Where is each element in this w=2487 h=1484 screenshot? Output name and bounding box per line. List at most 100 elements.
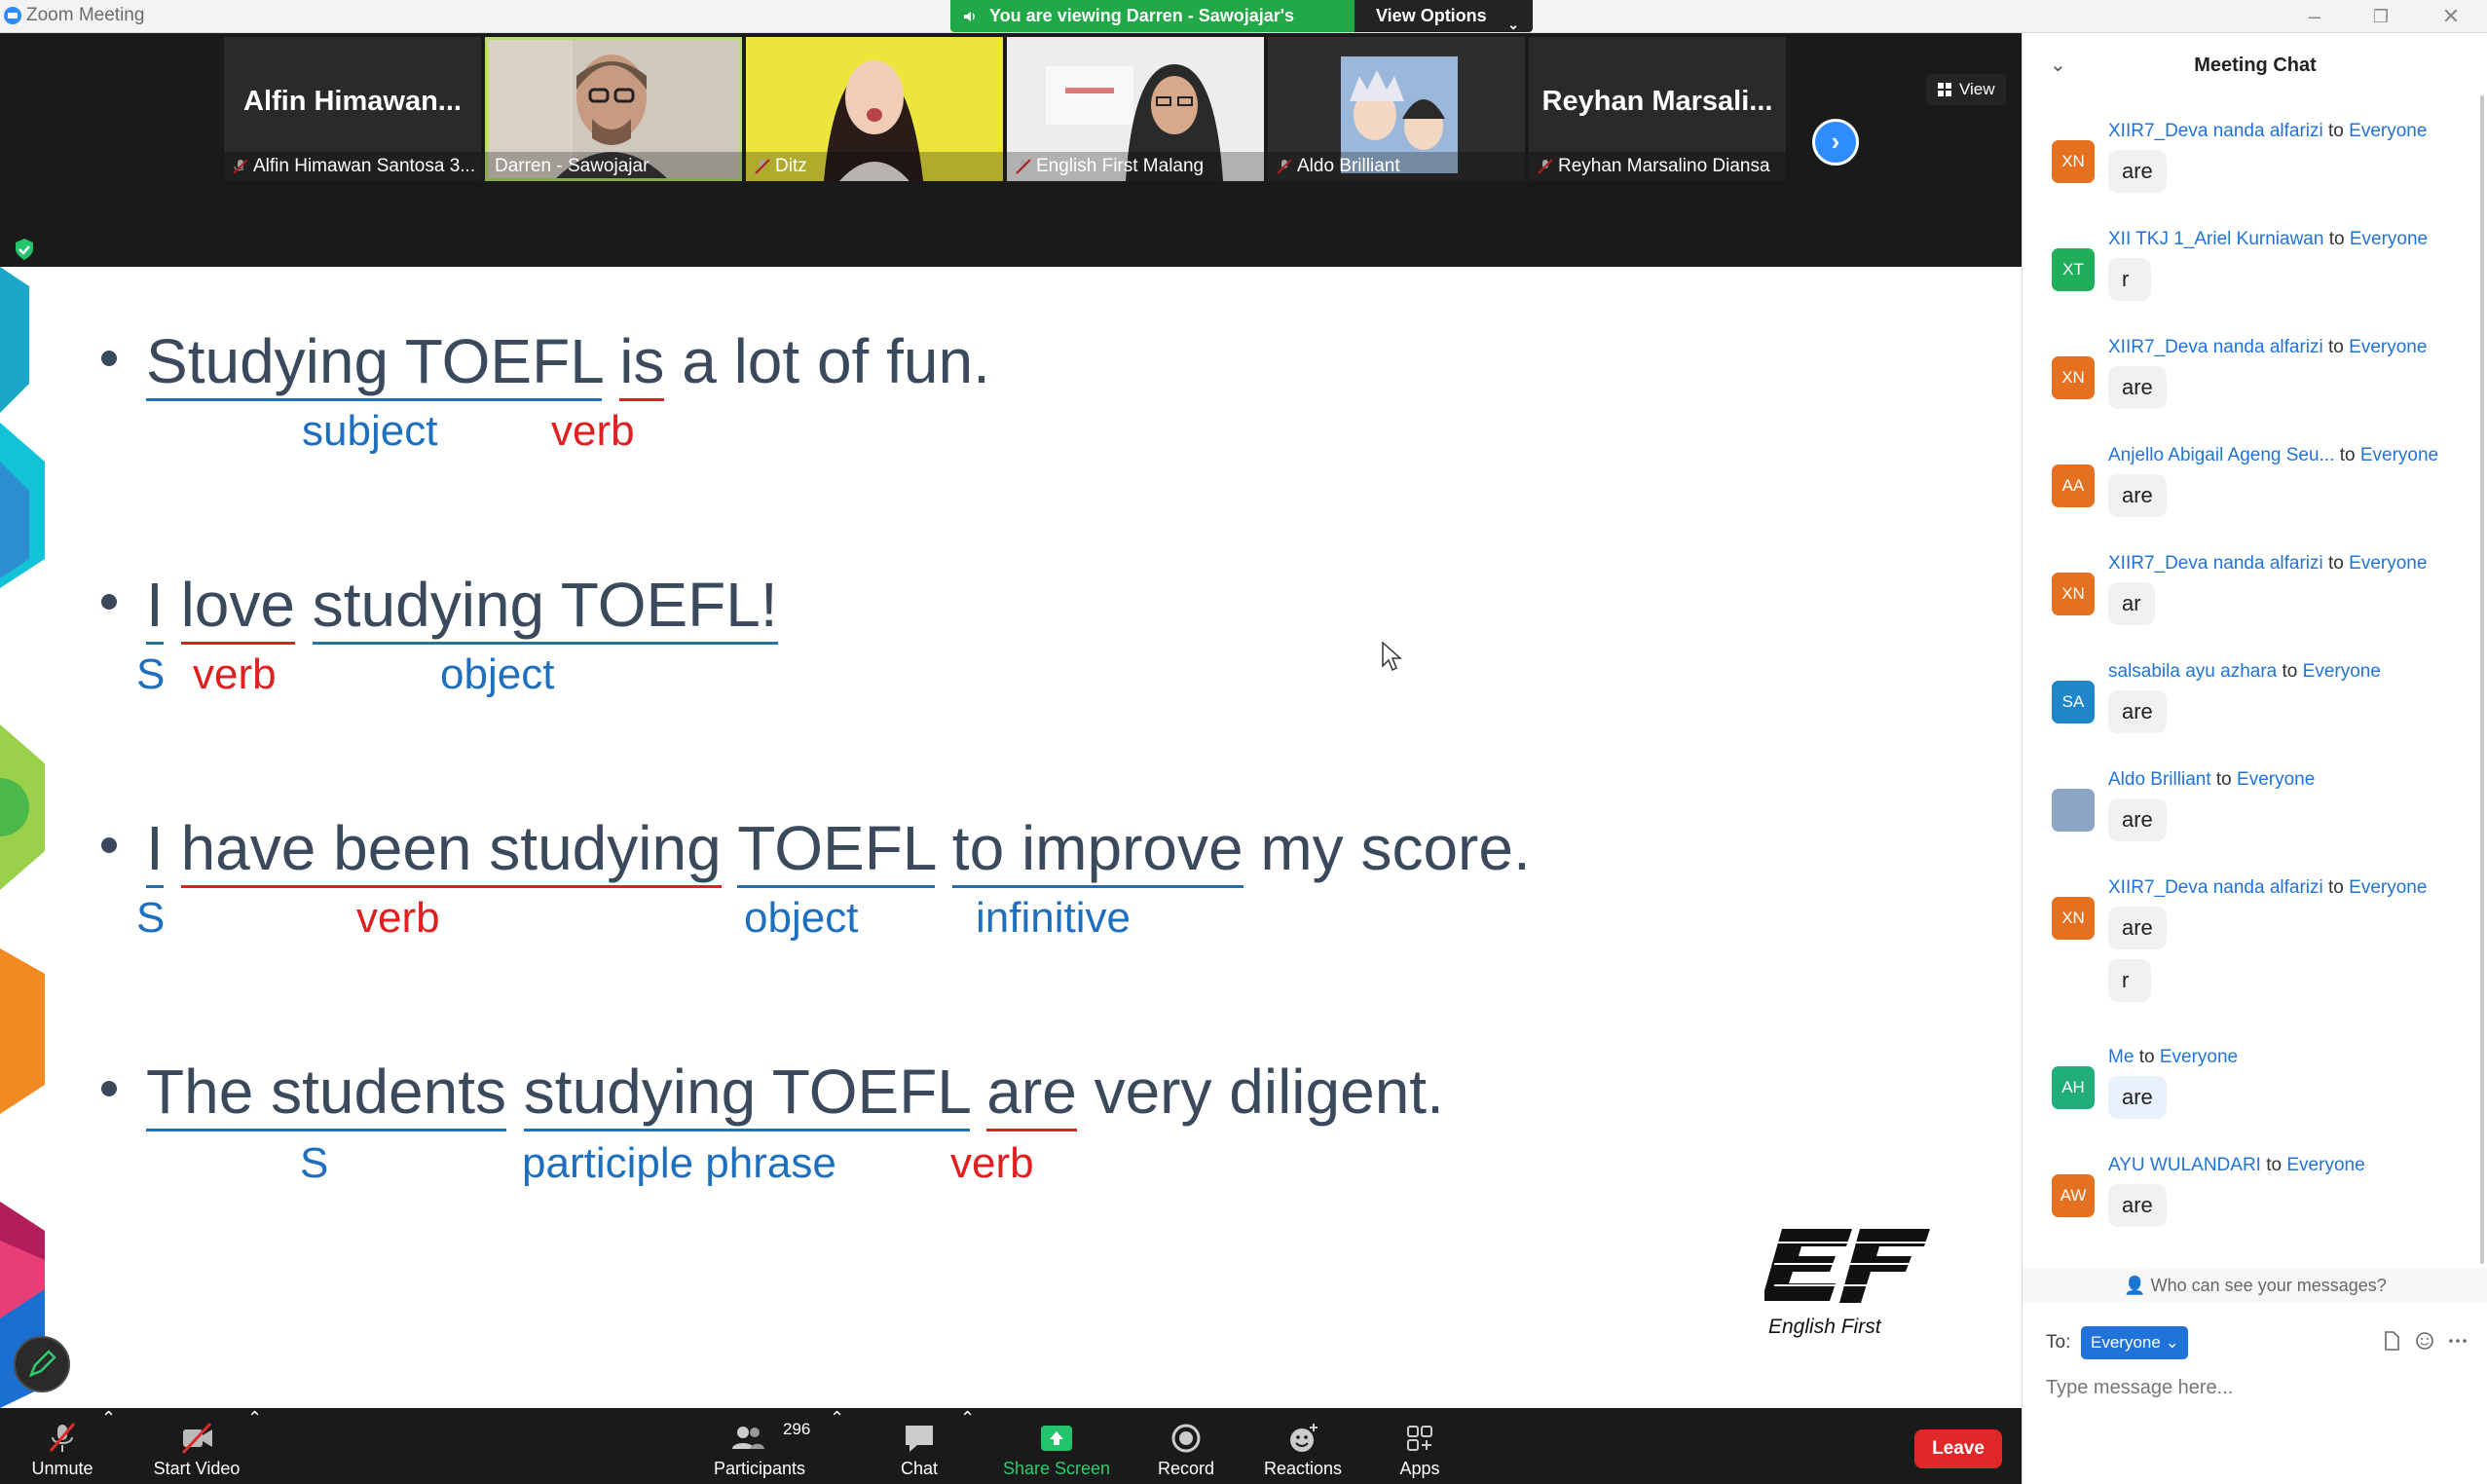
- message-target[interactable]: Everyone: [2349, 877, 2427, 898]
- sender-avatar[interactable]: AH: [2052, 1066, 2095, 1109]
- unmute-button[interactable]: Unmute: [14, 1408, 111, 1484]
- apps-button[interactable]: Apps: [1379, 1408, 1461, 1484]
- chat-label: Chat: [900, 1459, 939, 1478]
- to-word: to: [2328, 121, 2344, 141]
- to-word: to: [2266, 1155, 2283, 1175]
- message-target[interactable]: Everyone: [2160, 1047, 2238, 1067]
- sender-avatar[interactable]: SA: [2052, 681, 2095, 723]
- message-target[interactable]: Everyone: [2303, 661, 2381, 682]
- leave-button[interactable]: Leave: [1914, 1429, 2002, 1468]
- close-window-button[interactable]: ✕: [2429, 2, 2473, 31]
- viewing-screen-banner: You are viewing Darren - Sawojajar's scr…: [950, 0, 1355, 57]
- message-bubble[interactable]: are: [2108, 690, 2167, 733]
- sender-name[interactable]: Anjello Abigail Ageng Seu...: [2108, 445, 2334, 465]
- start-video-button[interactable]: Start Video: [140, 1408, 253, 1484]
- message-bubble[interactable]: are: [2108, 1076, 2167, 1119]
- sentence-2-subject: I: [146, 570, 164, 645]
- sender-avatar[interactable]: XN: [2052, 356, 2095, 399]
- sender-name[interactable]: XII TKJ 1_Ariel Kurniawan: [2108, 229, 2323, 249]
- recipient-select[interactable]: Everyone ⌄: [2081, 1326, 2188, 1359]
- restore-button[interactable]: ❐: [2358, 2, 2403, 31]
- message-target[interactable]: Everyone: [2349, 553, 2427, 574]
- file-icon[interactable]: [2381, 1330, 2402, 1352]
- annotate-button[interactable]: [14, 1336, 70, 1392]
- participant-tile[interactable]: Reyhan Marsali... Reyhan Marsalino Dians…: [1529, 37, 1786, 181]
- message-bubble[interactable]: are: [2108, 474, 2167, 517]
- chat-scrollbar[interactable]: [2480, 95, 2484, 1264]
- sender-avatar[interactable]: XN: [2052, 573, 2095, 615]
- message-bubble[interactable]: are: [2108, 366, 2167, 409]
- participants-count: 296: [783, 1420, 811, 1438]
- bullet: [101, 351, 117, 366]
- message-target[interactable]: Everyone: [2349, 121, 2427, 141]
- who-can-see-link[interactable]: 👤 Who can see your messages?: [2023, 1268, 2487, 1303]
- bullet: [101, 837, 117, 853]
- sender-avatar[interactable]: [2052, 789, 2095, 832]
- participants-options-caret[interactable]: ⌃: [830, 1408, 844, 1484]
- message-bubble[interactable]: r: [2108, 258, 2151, 301]
- muted-mic-icon: [49, 1423, 76, 1452]
- sender-name[interactable]: Aldo Brilliant: [2108, 769, 2211, 790]
- participant-tile[interactable]: Alfin Himawan... Alfin Himawan Santosa 3…: [224, 37, 481, 181]
- sentence-3-infinitive: to improve: [951, 813, 1244, 888]
- message-target[interactable]: Everyone: [2350, 229, 2428, 249]
- share-screen-button[interactable]: Share Screen: [997, 1408, 1116, 1484]
- sender-avatar[interactable]: XN: [2052, 140, 2095, 183]
- message-bubble[interactable]: ar: [2108, 582, 2155, 625]
- message-target[interactable]: Everyone: [2360, 445, 2438, 465]
- audio-options-caret[interactable]: ⌃: [101, 1408, 116, 1484]
- message-sender-line: salsabila ayu azhara to Everyone: [2108, 661, 2381, 683]
- speaker-icon: [964, 12, 975, 21]
- chat-message-list[interactable]: XN XIIR7_Deva nanda alfarizi to Everyone a…: [2023, 101, 2480, 1266]
- sentence-4-rest: very diligent.: [1076, 1057, 1444, 1127]
- sender-avatar[interactable]: AA: [2052, 464, 2095, 507]
- participant-tile[interactable]: Ditz: [746, 37, 1003, 181]
- sender-avatar[interactable]: XT: [2052, 248, 2095, 291]
- message-bubble[interactable]: are: [2108, 150, 2167, 193]
- message-sender-line: XII TKJ 1_Ariel Kurniawan to Everyone: [2108, 229, 2428, 250]
- to-word: to: [2328, 337, 2344, 357]
- participants-button[interactable]: 296 Participants: [703, 1408, 816, 1484]
- more-options-icon[interactable]: [2447, 1330, 2468, 1352]
- sender-name[interactable]: AYU WULANDARI: [2108, 1155, 2261, 1175]
- participant-tile[interactable]: English First Malang: [1007, 37, 1264, 181]
- message-sender-line: Aldo Brilliant to Everyone: [2108, 769, 2315, 791]
- message-bubble[interactable]: are: [2108, 798, 2167, 841]
- video-options-caret[interactable]: ⌃: [247, 1408, 262, 1484]
- to-word: to: [2328, 553, 2344, 574]
- reactions-button[interactable]: Reactions: [1256, 1408, 1350, 1484]
- emoji-icon[interactable]: [2414, 1330, 2435, 1352]
- participant-tile-active-speaker[interactable]: Darren - Sawojajar: [485, 37, 742, 181]
- message-target[interactable]: Everyone: [2349, 337, 2427, 357]
- sender-name[interactable]: XIIR7_Deva nanda alfarizi: [2108, 121, 2323, 141]
- message-bubble[interactable]: r: [2108, 959, 2151, 1002]
- message-target[interactable]: Everyone: [2286, 1155, 2364, 1175]
- chat-message-input[interactable]: [2046, 1373, 2465, 1402]
- message-target[interactable]: Everyone: [2237, 769, 2315, 790]
- message-sender-line: XIIR7_Deva nanda alfarizi to Everyone: [2108, 337, 2427, 358]
- unmute-label: Unmute: [31, 1459, 93, 1478]
- sender-avatar[interactable]: XN: [2052, 897, 2095, 940]
- chat-options-caret[interactable]: ⌃: [960, 1408, 975, 1484]
- sender-name[interactable]: XIIR7_Deva nanda alfarizi: [2108, 337, 2323, 357]
- sender-name[interactable]: XIIR7_Deva nanda alfarizi: [2108, 877, 2323, 898]
- participant-tile[interactable]: Aldo Brilliant: [1268, 37, 1525, 181]
- chat-bubble-icon: [906, 1426, 933, 1452]
- sender-name[interactable]: Me: [2108, 1047, 2134, 1067]
- view-layout-button[interactable]: View: [1926, 74, 2006, 105]
- share-screen-icon: [1041, 1426, 1072, 1451]
- chat-button[interactable]: Chat: [882, 1408, 956, 1484]
- sender-name[interactable]: XIIR7_Deva nanda alfarizi: [2108, 553, 2323, 574]
- record-button[interactable]: Record: [1145, 1408, 1227, 1484]
- sender-avatar[interactable]: AW: [2052, 1174, 2095, 1217]
- to-label: To:: [2046, 1332, 2071, 1353]
- view-options-button[interactable]: View Options ⌄: [1355, 0, 1533, 32]
- encryption-shield-icon[interactable]: [14, 238, 35, 261]
- next-page-button[interactable]: ›: [1812, 119, 1859, 166]
- ef-logo-text: English First: [1768, 1316, 1881, 1338]
- message-bubble[interactable]: are: [2108, 907, 2167, 949]
- sender-name[interactable]: salsabila ayu azhara: [2108, 661, 2277, 682]
- message-bubble[interactable]: are: [2108, 1184, 2167, 1227]
- minimize-button[interactable]: –: [2292, 2, 2337, 31]
- record-label: Record: [1157, 1459, 1215, 1478]
